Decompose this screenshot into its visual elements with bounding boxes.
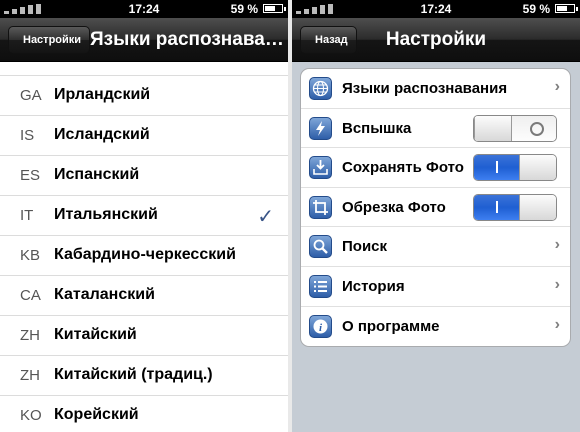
language-code: IS [20,127,35,144]
list-item-selected[interactable]: IT Итальянский ✓ [0,196,288,236]
list-item[interactable]: GA Ирландский [0,76,288,116]
language-code: ES [20,167,41,184]
page-title: Настройки [385,29,487,50]
language-code: ZH [20,327,40,344]
settings-row-save-photo[interactable]: Сохранять Фото [301,148,570,188]
language-list: GA Ирландский IS Исландский ES Испанский IT… [0,62,288,432]
settings-row-search[interactable]: Поиск › [301,227,570,267]
navigation-bar: Назад Настройки [292,18,580,62]
crop-photo-toggle[interactable] [473,193,557,221]
settings-screen: 17:24 59 % Назад Настройки Языки распозн… [292,0,580,432]
language-code: ZH [20,367,40,384]
settings-row-history[interactable]: История › [301,267,570,307]
search-icon [309,235,332,259]
settings-row-label: Сохранять Фото [342,159,464,177]
settings-row-label: О программе [342,317,440,335]
toggle-knob [519,194,556,220]
settings-row-about[interactable]: i О программе › [301,307,570,347]
language-name: Испанский [54,166,140,183]
battery-icon [263,4,286,13]
crop-icon [309,195,332,219]
list-item[interactable]: IS Исландский [0,116,288,156]
language-name: Китайский (традиц.) [54,366,213,383]
list-item-partial [0,62,288,76]
language-name: Исландский [54,126,150,143]
language-code: KB [20,247,41,264]
battery-percent: 59 % [522,2,550,16]
chevron-right-icon: › [554,236,560,254]
status-bar: 17:24 59 % [292,0,580,18]
settings-row-crop-photo[interactable]: Обрезка Фото [301,188,570,228]
settings-group: Языки распознавания › Вспышка Сохранять … [300,68,571,348]
language-name: Итальянский [54,206,158,223]
language-code: KO [20,407,42,424]
language-name: Корейский [54,406,139,423]
language-name: Каталанский [54,286,155,303]
settings-row-flash[interactable]: Вспышка [301,109,570,149]
language-name: Ирландский [54,86,151,103]
save-photo-toggle[interactable] [473,154,557,182]
list-item[interactable]: ES Испанский [0,156,288,196]
status-bar: 17:24 59 % [0,0,288,18]
settings-row-label: История [342,277,405,295]
language-name: Китайский [54,326,137,343]
settings-row-label: Языки распознавания [342,80,508,97]
settings-row-languages[interactable]: Языки распознавания › [301,69,570,109]
list-item[interactable]: ZH Китайский (традиц.) [0,356,288,396]
save-photo-icon [309,156,332,180]
toggle-knob [519,155,556,181]
toggle-off-indicator [530,121,544,136]
list-item[interactable]: CA Каталанский [0,276,288,316]
language-screen: 17:24 59 % Настройки Языки распознава… G… [0,0,288,432]
language-code: CA [20,287,41,304]
settings-row-label: Обрезка Фото [342,198,446,216]
back-button[interactable]: Настройки [8,26,91,54]
globe-icon [309,77,332,100]
language-code: GA [20,87,42,104]
checkmark-icon: ✓ [257,206,274,228]
toggle-knob [474,115,512,141]
chevron-right-icon: › [554,315,560,333]
chevron-right-icon: › [554,78,560,95]
battery-percent: 59 % [230,2,258,16]
settings-row-label: Поиск [342,238,388,256]
settings-row-label: Вспышка [342,119,412,137]
list-item[interactable]: ZH Китайский [0,316,288,356]
chevron-right-icon: › [554,275,560,293]
list-item[interactable]: KB Кабардино-черкесский [0,236,288,276]
info-icon: i [309,314,332,338]
navigation-bar: Настройки Языки распознава… [0,18,288,62]
battery-icon [555,4,578,13]
page-title: Языки распознава… [90,29,282,50]
list-item[interactable]: KO Корейский [0,396,288,432]
language-name: Кабардино-черкесский [54,246,236,263]
flash-icon [309,116,332,140]
flash-toggle[interactable] [473,114,557,142]
language-code: IT [20,207,34,224]
history-icon [309,274,332,298]
